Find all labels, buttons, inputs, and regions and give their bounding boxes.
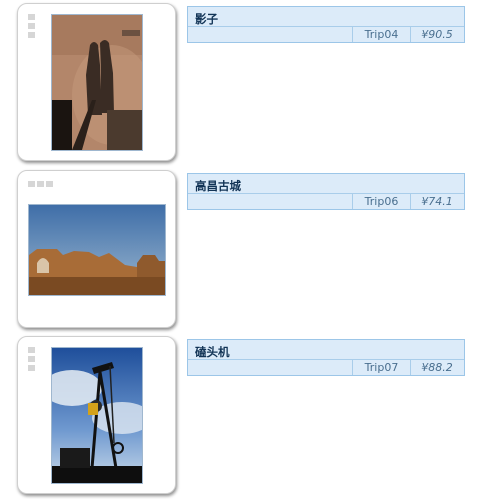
- photo-pumpjack[interactable]: [51, 347, 143, 484]
- item-title[interactable]: 影子: [195, 11, 218, 27]
- item-info-panel: 高昌古城 Trip06 ¥74.1: [187, 173, 465, 210]
- trip-code: Trip06: [352, 194, 411, 209]
- item-info-panel: 影子 Trip04 ¥90.5: [187, 6, 465, 43]
- trip-code: Trip04: [352, 27, 411, 42]
- item-meta-row: Trip06 ¥74.1: [188, 193, 464, 209]
- photo-card[interactable]: [17, 336, 176, 494]
- item-title[interactable]: 磕头机: [195, 344, 230, 360]
- photo-shadow-couple[interactable]: [51, 14, 143, 151]
- item-meta-row: Trip04 ¥90.5: [188, 26, 464, 42]
- item-title[interactable]: 高昌古城: [195, 178, 241, 194]
- photo-gaochang-ruins[interactable]: [28, 204, 166, 296]
- item-info-panel: 磕头机 Trip07 ¥88.2: [187, 339, 465, 376]
- item-meta-row: Trip07 ¥88.2: [188, 359, 464, 375]
- price: ¥90.5: [421, 28, 453, 41]
- price: ¥88.2: [421, 361, 453, 374]
- photo-card[interactable]: [17, 170, 176, 328]
- photo-card[interactable]: [17, 3, 176, 161]
- trip-code: Trip07: [352, 360, 411, 375]
- price: ¥74.1: [421, 195, 453, 208]
